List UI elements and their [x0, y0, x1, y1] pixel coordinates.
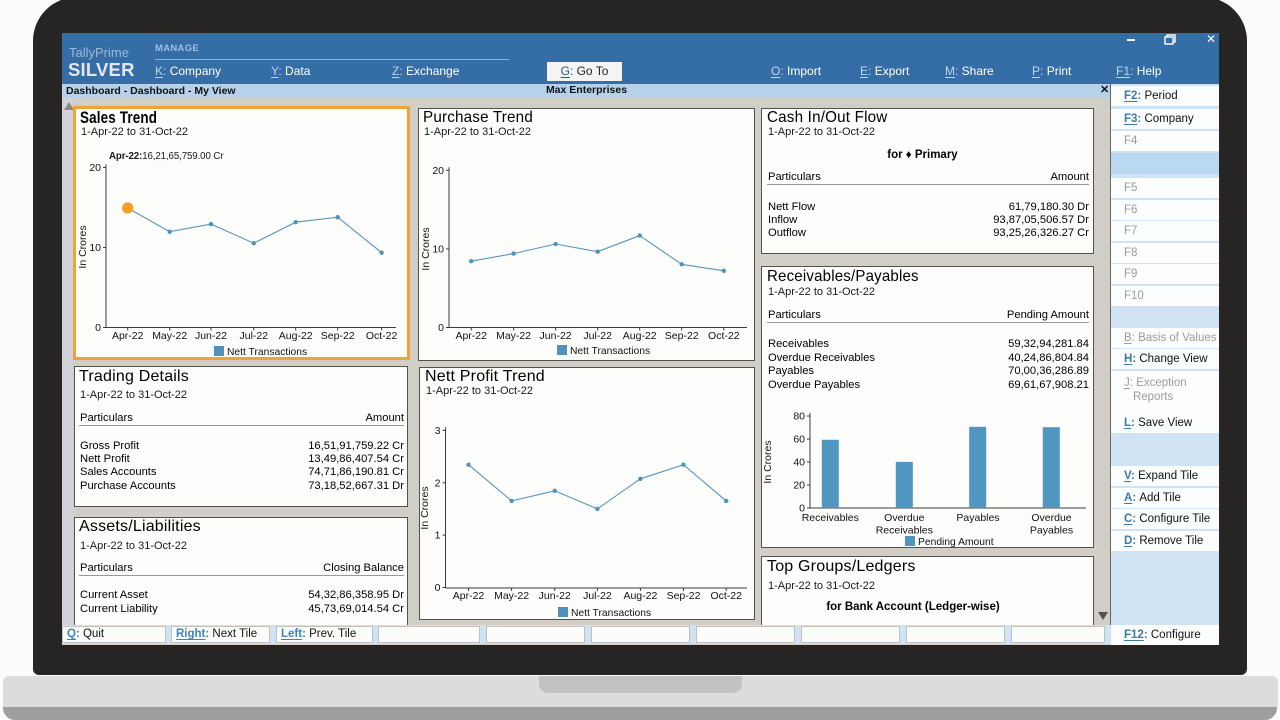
svg-text:Payables: Payables [956, 512, 999, 524]
svg-text:Apr-22: Apr-22 [112, 330, 144, 342]
svg-text:Jul-22: Jul-22 [583, 590, 612, 602]
svg-text:0: 0 [435, 582, 441, 594]
svg-text:Receivables: Receivables [876, 525, 933, 537]
svg-text:3: 3 [435, 425, 441, 437]
svg-text:20: 20 [89, 162, 101, 174]
svg-text:Apr-22: Apr-22 [455, 330, 487, 342]
svg-text:Nett Transactions: Nett Transactions [227, 347, 307, 356]
svg-text:Nett Transactions: Nett Transactions [571, 608, 651, 619]
svg-text:Oct-22: Oct-22 [366, 330, 398, 342]
svg-text:May-22: May-22 [494, 590, 529, 602]
svg-text:Receivables: Receivables [802, 512, 859, 524]
svg-text:20: 20 [432, 165, 444, 177]
svg-text:Aug-22: Aug-22 [279, 330, 313, 342]
svg-text:In Crores: In Crores [77, 225, 89, 268]
svg-text:In Crores: In Crores [762, 440, 774, 483]
svg-text:Aug-22: Aug-22 [623, 590, 657, 602]
svg-text:Sep-22: Sep-22 [321, 330, 355, 342]
svg-text:Sep-22: Sep-22 [665, 330, 699, 342]
svg-text:Nett Transactions: Nett Transactions [570, 346, 650, 357]
svg-text:Jun-22: Jun-22 [539, 590, 571, 602]
svg-text:60: 60 [793, 434, 805, 446]
svg-text:2: 2 [435, 477, 441, 489]
svg-text:20: 20 [793, 480, 805, 492]
svg-text:1: 1 [435, 530, 441, 542]
svg-text:Jul-22: Jul-22 [583, 330, 612, 342]
svg-text:80: 80 [793, 411, 805, 423]
svg-text:Payables: Payables [1030, 525, 1073, 537]
svg-text:In Crores: In Crores [420, 486, 431, 529]
svg-text:Oct-22: Oct-22 [708, 330, 740, 342]
svg-text:0: 0 [438, 322, 444, 334]
svg-text:Oct-22: Oct-22 [710, 590, 742, 602]
svg-text:May-22: May-22 [496, 330, 531, 342]
svg-text:Overdue: Overdue [1031, 512, 1071, 524]
svg-text:0: 0 [95, 322, 101, 334]
svg-text:May-22: May-22 [152, 330, 187, 342]
svg-text:Jul-22: Jul-22 [239, 330, 268, 342]
svg-text:Aug-22: Aug-22 [623, 330, 657, 342]
svg-text:Jun-22: Jun-22 [540, 330, 572, 342]
svg-text:Sep-22: Sep-22 [667, 590, 701, 602]
svg-text:In Crores: In Crores [420, 227, 432, 270]
svg-text:10: 10 [89, 242, 101, 254]
svg-text:Overdue: Overdue [884, 512, 924, 524]
svg-text:40: 40 [793, 457, 805, 469]
svg-text:10: 10 [432, 243, 444, 255]
svg-text:Pending Amount: Pending Amount [918, 537, 994, 547]
svg-text:Apr-22: Apr-22 [453, 590, 485, 602]
svg-text:Jun-22: Jun-22 [195, 330, 227, 342]
